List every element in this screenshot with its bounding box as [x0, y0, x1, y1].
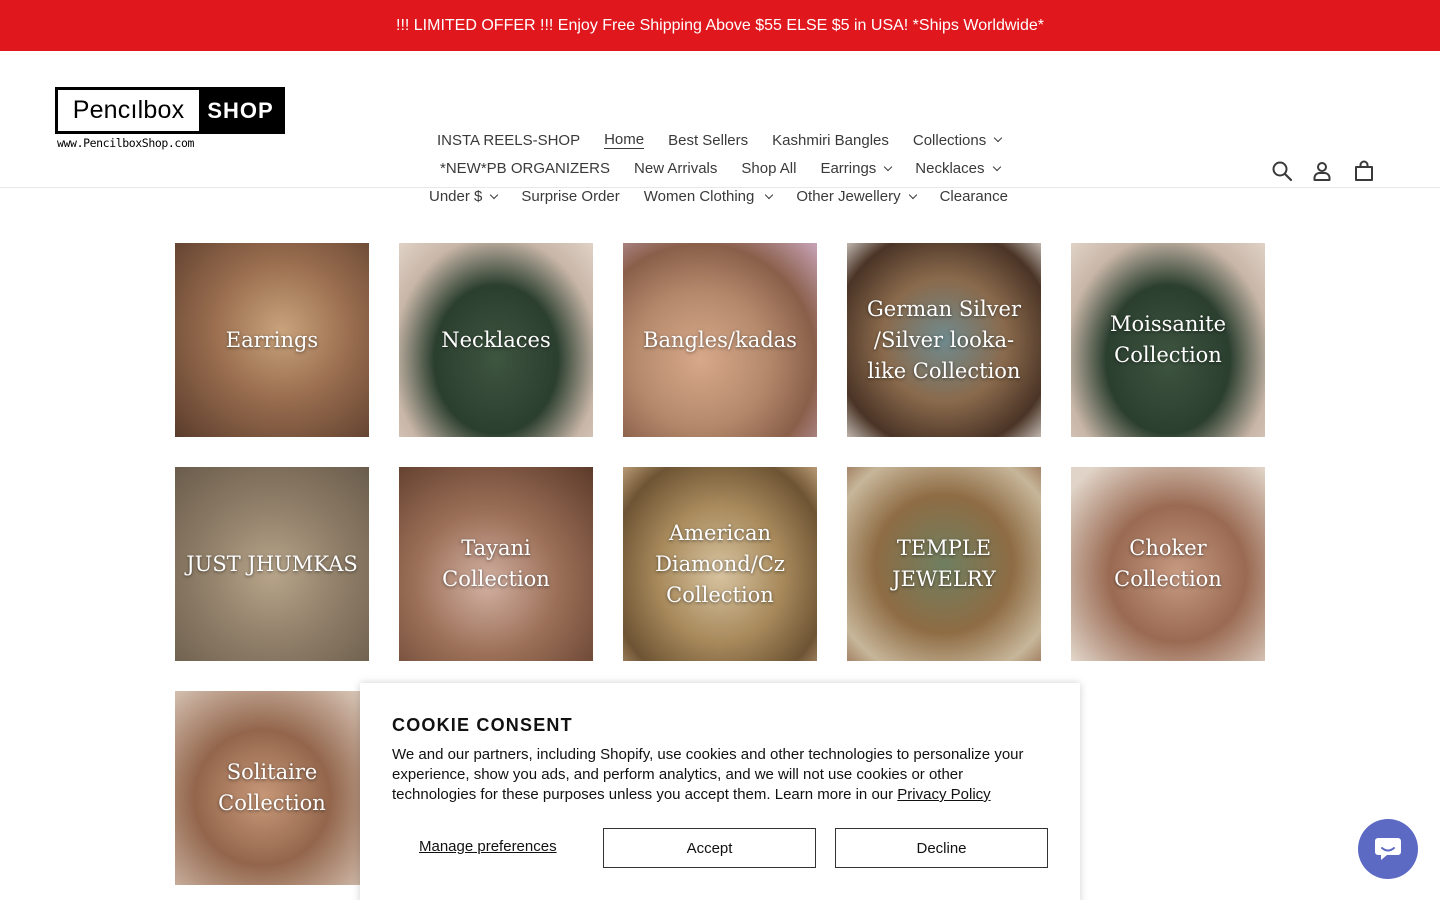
site-logo[interactable]: Pencılbox SHOP www.PencilboxShop.com — [55, 87, 285, 153]
collection-tile-bangles[interactable]: Bangles/kadas — [623, 243, 817, 437]
nav-earrings[interactable]: Earrings — [820, 160, 893, 177]
collection-title: Solitaire Collection — [218, 760, 326, 815]
chevron-down-icon — [884, 162, 893, 171]
collection-title: Moissanite Collection — [1109, 312, 1227, 367]
nav-new-arrivals[interactable]: New Arrivals — [634, 160, 717, 177]
nav-clearance[interactable]: Clearance — [940, 188, 1008, 205]
collection-tile-german-silver[interactable]: German Silver /Silver looka-like Collect… — [847, 243, 1041, 437]
logo-url: www.PencilboxShop.com — [57, 136, 194, 150]
collection-title: TEMPLE JEWELRY — [892, 536, 996, 591]
collection-tile-just-jhumkas[interactable]: JUST JHUMKAS — [175, 467, 369, 661]
cart-icon[interactable] — [1352, 159, 1376, 183]
nav-collections[interactable]: Collections — [913, 132, 1003, 149]
cookie-title: COOKIE CONSENT — [392, 715, 573, 735]
chat-button[interactable] — [1358, 819, 1418, 879]
chat-bubble-icon — [1375, 838, 1401, 860]
account-icon[interactable] — [1310, 159, 1334, 183]
chevron-down-icon — [992, 162, 1001, 171]
nav-kashmiri-bangles[interactable]: Kashmiri Bangles — [772, 132, 889, 149]
logo-right-text: SHOP — [199, 90, 282, 131]
chevron-down-icon — [994, 133, 1003, 143]
collection-title: JUST JHUMKAS — [186, 551, 358, 576]
privacy-policy-link[interactable]: Privacy Policy — [897, 786, 990, 803]
nav-women-clothing[interactable]: Women Clothing — [644, 188, 774, 205]
collection-tile-tayani[interactable]: Tayani Collection — [399, 467, 593, 661]
collection-title: German Silver /Silver looka-like Collect… — [866, 296, 1022, 383]
logo-box: Pencılbox SHOP — [55, 87, 285, 134]
main-nav-row-2: *NEW*PB ORGANIZERS New Arrivals Shop All… — [440, 160, 1001, 177]
main-nav-row-1: INSTA REELS-SHOP Home Best Sellers Kashm… — [437, 131, 1003, 149]
site-header: Pencılbox SHOP www.PencilboxShop.com INS… — [0, 51, 1440, 205]
collection-tile-earrings[interactable]: Earrings — [175, 243, 369, 437]
announcement-bar: !!! LIMITED OFFER !!! Enjoy Free Shippin… — [0, 0, 1440, 51]
chevron-down-icon — [490, 190, 499, 199]
main-nav-row-3: Under $ Surprise Order Women Clothing Ot… — [429, 188, 1008, 205]
collection-tile-temple-jewelry[interactable]: TEMPLE JEWELRY — [847, 467, 1041, 661]
cookie-text: We and our partners, including Shopify, … — [392, 745, 1042, 805]
collection-tile-moissanite[interactable]: Moissanite Collection — [1071, 243, 1265, 437]
nav-home[interactable]: Home — [604, 131, 645, 149]
chevron-down-icon — [908, 190, 917, 199]
collection-title: Choker Collection — [1114, 536, 1222, 591]
collection-tile-american-diamond[interactable]: American Diamond/Cz Collection — [623, 467, 817, 661]
logo-left-text: Pencılbox — [72, 96, 185, 124]
chevron-down-icon — [765, 190, 774, 199]
nav-pb-organizers[interactable]: *NEW*PB ORGANIZERS — [440, 160, 610, 177]
collection-tile-necklaces[interactable]: Necklaces — [399, 243, 593, 437]
accept-button[interactable]: Accept — [603, 828, 816, 868]
nav-shop-all[interactable]: Shop All — [741, 160, 796, 177]
collection-tile-solitaire[interactable]: Solitaire Collection — [175, 691, 369, 885]
collection-tile-choker[interactable]: Choker Collection — [1071, 467, 1265, 661]
nav-necklaces[interactable]: Necklaces — [915, 160, 1001, 177]
announcement-text: !!! LIMITED OFFER !!! Enjoy Free Shippin… — [396, 16, 1044, 34]
nav-other-jewellery[interactable]: Other Jewellery — [796, 188, 917, 205]
collection-title: Tayani Collection — [442, 536, 550, 591]
nav-best-sellers[interactable]: Best Sellers — [668, 132, 748, 149]
collection-title: Bangles/kadas — [643, 327, 797, 352]
manage-preferences-link[interactable]: Manage preferences — [419, 838, 557, 855]
decline-button[interactable]: Decline — [835, 828, 1048, 868]
nav-insta-reels-shop[interactable]: INSTA REELS-SHOP — [437, 132, 580, 149]
search-icon[interactable] — [1270, 159, 1294, 183]
cookie-consent-banner: COOKIE CONSENT We and our partners, incl… — [360, 683, 1080, 900]
collection-title: Earrings — [225, 327, 319, 352]
collection-title: American Diamond/Cz Collection — [655, 520, 785, 607]
collection-title: Necklaces — [441, 327, 551, 352]
nav-surprise-order[interactable]: Surprise Order — [521, 188, 619, 205]
nav-under-price[interactable]: Under $ — [429, 188, 499, 205]
